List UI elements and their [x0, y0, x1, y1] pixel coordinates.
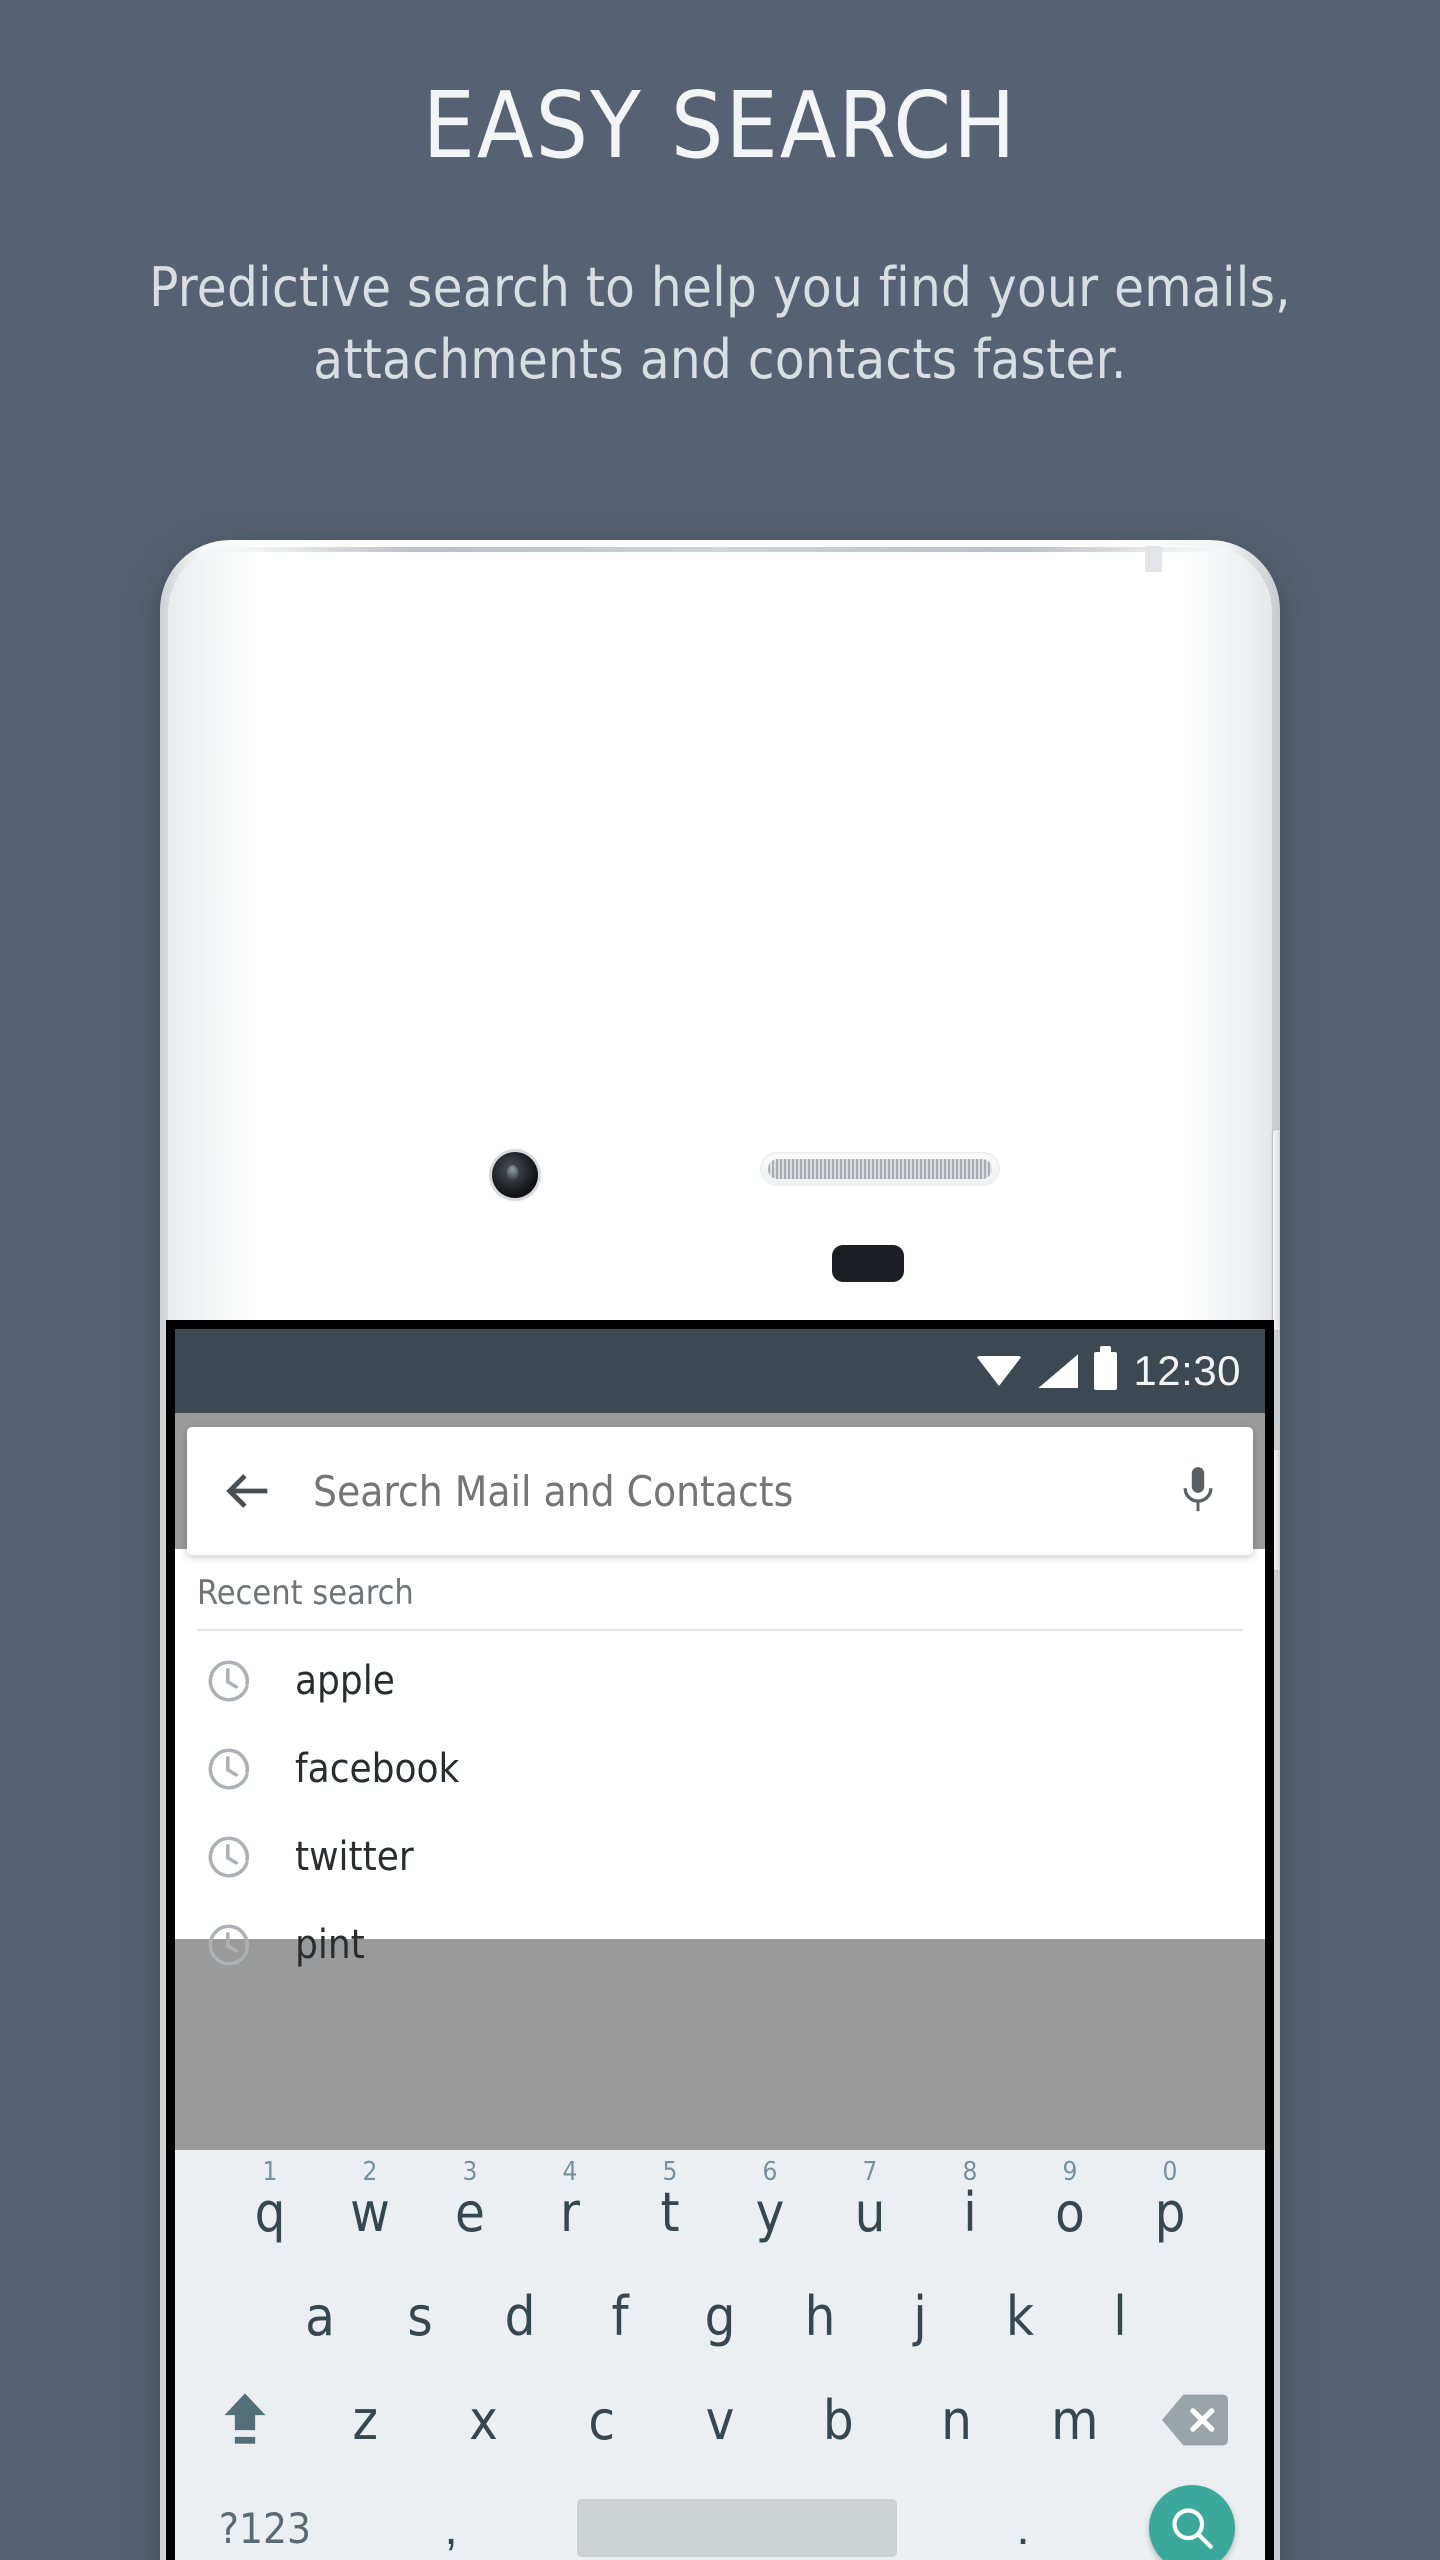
- key-l[interactable]: l: [1070, 2285, 1170, 2348]
- front-camera-icon: [492, 1152, 538, 1198]
- recent-search-label: twitter: [295, 1834, 414, 1880]
- key-x[interactable]: x: [434, 2389, 534, 2452]
- key-r[interactable]: 4r: [520, 2157, 620, 2244]
- history-clock-icon: [199, 1832, 255, 1882]
- back-arrow-icon[interactable]: [219, 1462, 277, 1520]
- key-v[interactable]: v: [670, 2389, 770, 2452]
- power-button[interactable]: [1273, 1450, 1280, 1570]
- key-f[interactable]: f: [570, 2285, 670, 2348]
- key-o[interactable]: 9o: [1020, 2157, 1120, 2244]
- search-bar[interactable]: [187, 1427, 1253, 1555]
- recent-search-item[interactable]: pint: [175, 1901, 1265, 1989]
- recent-search-list: apple facebook twitter pint: [175, 1631, 1265, 1989]
- key-e[interactable]: 3e: [420, 2157, 520, 2244]
- status-bar-time: 12:30: [1133, 1347, 1241, 1394]
- key-j[interactable]: j: [870, 2285, 970, 2348]
- key-c[interactable]: c: [552, 2389, 652, 2452]
- keyboard-row-2: a s d f g h j k l: [175, 2264, 1265, 2368]
- key-b[interactable]: b: [788, 2389, 888, 2452]
- key-q[interactable]: 1q: [220, 2157, 320, 2244]
- key-d[interactable]: d: [470, 2285, 570, 2348]
- search-input[interactable]: [313, 1466, 1175, 1516]
- recent-search-title: Recent search: [197, 1573, 414, 1613]
- recent-search-label: apple: [295, 1658, 395, 1704]
- notification-led: [832, 1245, 904, 1282]
- recent-search-item[interactable]: facebook: [175, 1725, 1265, 1813]
- recent-search-panel: Recent search apple facebook twitter pin…: [175, 1549, 1265, 1968]
- key-n[interactable]: n: [907, 2389, 1007, 2452]
- key-k[interactable]: k: [970, 2285, 1070, 2348]
- phone-screen: 12:30 Congrats! It's such a touching: [166, 1320, 1274, 2560]
- period-key[interactable]: .: [988, 2501, 1058, 2556]
- status-bar: 12:30: [175, 1329, 1265, 1413]
- key-h[interactable]: h: [770, 2285, 870, 2348]
- phone-top-seam: [220, 547, 1220, 552]
- volume-button[interactable]: [1273, 1130, 1280, 1330]
- page-headline: EASY SEARCH: [422, 72, 1018, 179]
- key-u[interactable]: 7u: [820, 2157, 920, 2244]
- key-m[interactable]: m: [1025, 2389, 1125, 2452]
- app-screen: 12:30 Congrats! It's such a touching: [175, 1329, 1265, 2560]
- key-g[interactable]: g: [670, 2285, 770, 2348]
- promo-screenshot-page: EASY SEARCH Predictive search to help yo…: [0, 0, 1440, 2560]
- page-subheadline: Predictive search to help you find your …: [149, 256, 1291, 392]
- keyboard-row-4: ?123 , .: [175, 2472, 1265, 2560]
- wifi-icon: [976, 1356, 1023, 1386]
- key-p[interactable]: 0p: [1120, 2157, 1220, 2244]
- key-a[interactable]: a: [270, 2285, 370, 2348]
- key-y[interactable]: 6y: [720, 2157, 820, 2244]
- battery-icon: [1094, 1346, 1118, 1390]
- key-i[interactable]: 8i: [920, 2157, 1020, 2244]
- recent-search-label: facebook: [295, 1746, 460, 1792]
- symbols-key[interactable]: ?123: [205, 2504, 325, 2553]
- on-screen-keyboard: 1q 2w 3e 4r 5t 6y 7u 8i 9o 0p a s d f g …: [175, 2150, 1265, 2560]
- history-clock-icon: [199, 1744, 255, 1794]
- recent-search-item[interactable]: twitter: [175, 1813, 1265, 1901]
- recent-search-item[interactable]: apple: [175, 1637, 1265, 1725]
- key-t[interactable]: 5t: [620, 2157, 720, 2244]
- phone-mockup: 12:30 Congrats! It's such a touching: [160, 540, 1280, 2560]
- key-s[interactable]: s: [370, 2285, 470, 2348]
- keyboard-row-3: z x c v b n m: [175, 2368, 1265, 2472]
- comma-key[interactable]: ,: [416, 2501, 486, 2556]
- search-icon: [1172, 2508, 1213, 2549]
- keyboard-row-1: 1q 2w 3e 4r 5t 6y 7u 8i 9o 0p: [175, 2157, 1265, 2264]
- key-z[interactable]: z: [315, 2389, 415, 2452]
- shift-icon[interactable]: [193, 2388, 297, 2452]
- recent-search-label: pint: [295, 1922, 365, 1968]
- history-clock-icon: [199, 1920, 255, 1970]
- spacebar-key[interactable]: [577, 2499, 897, 2557]
- phone-top-sensor: [1145, 546, 1162, 572]
- signal-icon: [1038, 1354, 1079, 1388]
- earpiece-speaker: [760, 1152, 1000, 1186]
- backspace-icon[interactable]: [1143, 2394, 1247, 2446]
- search-key-button[interactable]: [1149, 2485, 1235, 2560]
- microphone-icon[interactable]: [1175, 1463, 1221, 1519]
- key-w[interactable]: 2w: [320, 2157, 420, 2244]
- history-clock-icon: [199, 1656, 255, 1706]
